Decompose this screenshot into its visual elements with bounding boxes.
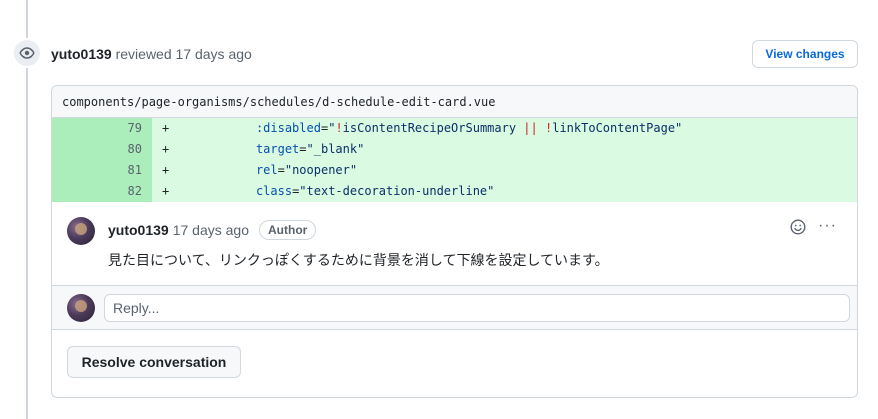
review-eye-icon [12, 38, 42, 68]
line-number[interactable]: 80 [52, 139, 152, 160]
more-options-icon[interactable]: ··· [818, 217, 837, 235]
view-changes-button[interactable]: View changes [752, 40, 858, 68]
review-thread: components/page-organisms/schedules/d-sc… [51, 85, 858, 398]
line-number[interactable]: 79 [52, 118, 152, 139]
diff-code: + target="_blank" [152, 139, 857, 160]
author-badge: Author [259, 220, 317, 240]
line-number[interactable]: 82 [52, 181, 152, 202]
code-value: isContentRecipeOrSummary [342, 121, 524, 135]
resolve-conversation-button[interactable]: Resolve conversation [67, 346, 241, 378]
line-number[interactable]: 81 [52, 160, 152, 181]
review-action: reviewed [115, 46, 172, 62]
code-attr: rel [255, 163, 278, 177]
code-attr: target [255, 142, 300, 156]
file-path[interactable]: components/page-organisms/schedules/d-sc… [62, 95, 495, 109]
diff-sign: + [162, 142, 170, 156]
diff-sign: + [162, 163, 170, 177]
add-reaction-smiley-icon[interactable] [790, 219, 806, 235]
diff-code: + class="text-decoration-underline" [152, 181, 857, 202]
review-comment: yuto0139 17 days ago Author 見た目について、リンクっ… [52, 202, 857, 286]
comment-author-link[interactable]: yuto0139 [108, 220, 169, 240]
comment-time[interactable]: 17 days ago [173, 220, 249, 240]
diff-line: 82 + class="text-decoration-underline" [52, 181, 857, 202]
code-value: "noopener" [284, 163, 358, 177]
code-quote: " [675, 121, 683, 135]
code-op: ! [335, 121, 343, 135]
code-eq: = [299, 142, 307, 156]
code-attr: class [255, 184, 293, 198]
diff-hunk: 79 + :disabled="!isContentRecipeOrSummar… [52, 118, 857, 202]
code-value: linkToContentPage [552, 121, 676, 135]
review-time[interactable]: 17 days ago [176, 46, 252, 62]
diff-code: + :disabled="!isContentRecipeOrSummary |… [152, 118, 857, 139]
code-attr: :disabled [255, 121, 321, 135]
comment-body: 見た目について、リンクっぽくするために背景を消して下線を設定しています。 [108, 252, 609, 268]
code-op: || [523, 121, 538, 135]
diff-line: 81 + rel="noopener" [52, 160, 857, 181]
code-value: "text-decoration-underline" [299, 184, 495, 198]
reply-row: Reply... [52, 286, 857, 330]
resolve-row: Resolve conversation [52, 330, 857, 396]
avatar[interactable] [67, 217, 95, 245]
file-path-header: components/page-organisms/schedules/d-sc… [52, 86, 857, 118]
review-header: yuto0139 reviewed 17 days ago [51, 44, 252, 64]
code-eq: = [277, 163, 285, 177]
avatar [67, 294, 95, 322]
diff-sign: + [162, 184, 170, 198]
diff-line: 80 + target="_blank" [52, 139, 857, 160]
diff-line: 79 + :disabled="!isContentRecipeOrSummar… [52, 118, 857, 139]
review-author-link[interactable]: yuto0139 [51, 46, 112, 62]
diff-code: + rel="noopener" [152, 160, 857, 181]
comment-header: yuto0139 17 days ago Author [108, 220, 317, 240]
reply-input[interactable]: Reply... [104, 294, 850, 322]
code-value: "_blank" [306, 142, 365, 156]
diff-sign: + [162, 121, 170, 135]
